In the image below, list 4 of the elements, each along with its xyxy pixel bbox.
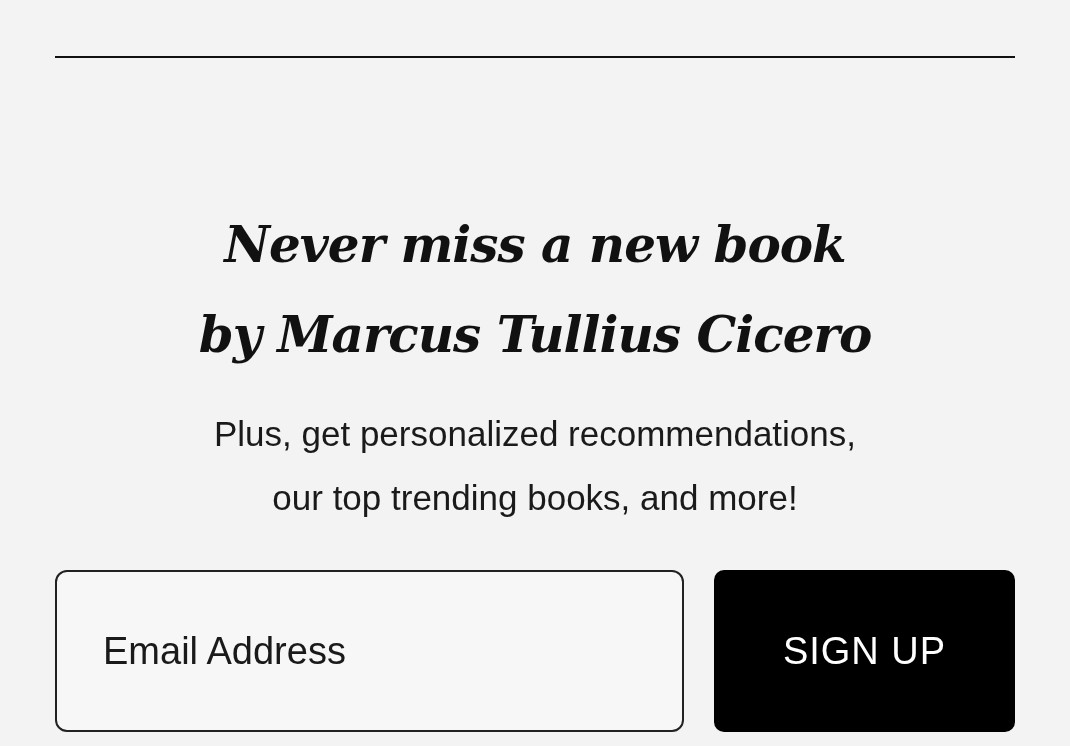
email-field[interactable]: Email Address	[55, 570, 684, 732]
sign-up-button[interactable]: SIGN UP	[714, 570, 1015, 732]
description-text: Plus, get personalized recommendations, our top trending books, and more!	[213, 413, 857, 519]
heading: Never miss a new book by Marcus Tullius Cicero	[197, 214, 873, 366]
